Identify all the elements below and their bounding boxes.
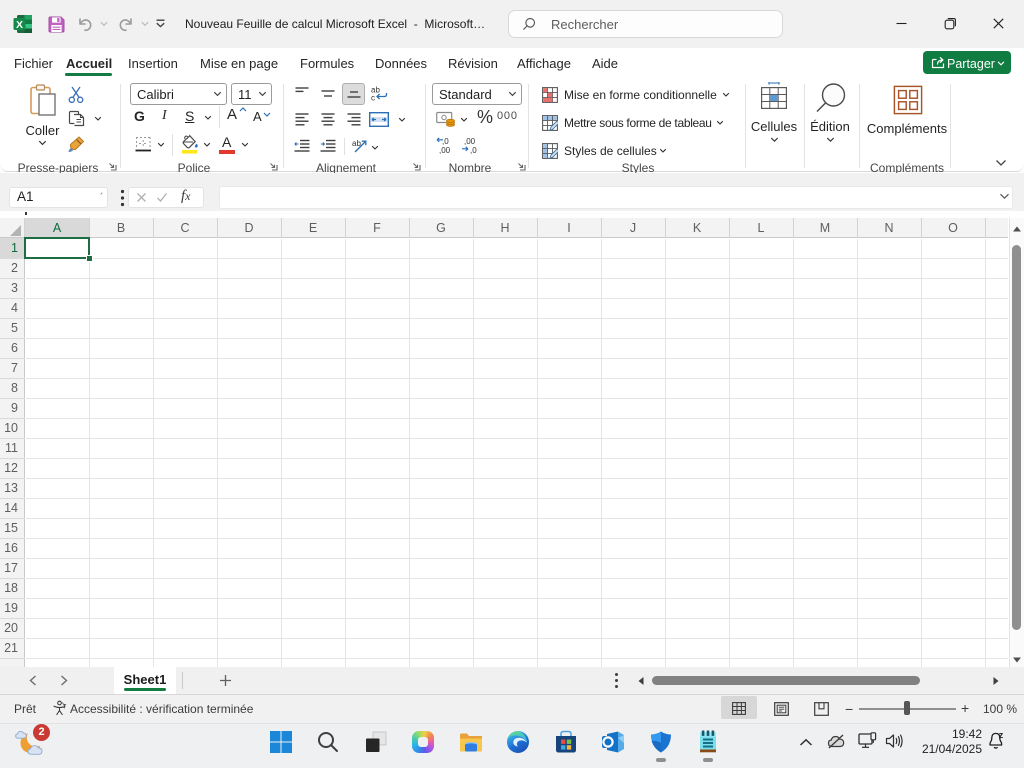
svg-text:,00: ,00	[464, 137, 476, 146]
svg-text:z: z	[999, 730, 1004, 740]
svg-text:X: X	[16, 19, 23, 31]
svg-text:c: c	[371, 94, 375, 103]
svg-text:,0: ,0	[442, 137, 449, 146]
svg-text:,00: ,00	[439, 146, 451, 155]
svg-text:,0: ,0	[470, 146, 477, 155]
